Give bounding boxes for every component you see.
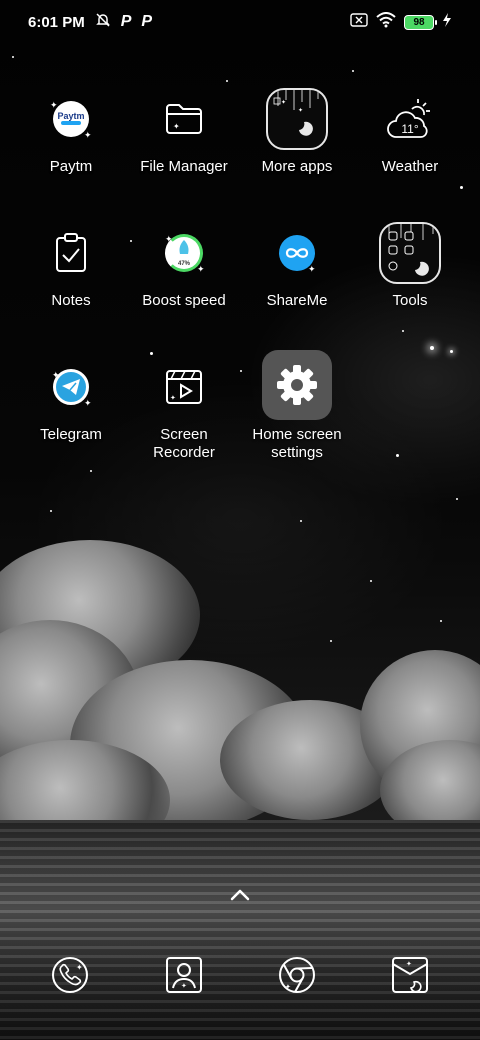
- charging-icon: [442, 13, 452, 31]
- svg-text:✦: ✦: [406, 960, 412, 968]
- paytm-icon: Paytm ✦ ✦: [50, 100, 92, 140]
- app-label: Screen Recorder: [153, 426, 215, 461]
- folder-icon: ✦: [151, 86, 217, 152]
- screen-recorder-icon: ✦: [151, 354, 217, 420]
- paper-plane-icon: ✦ ✦: [52, 369, 92, 408]
- app-screen-recorder[interactable]: ✦ Screen Recorder: [127, 354, 241, 484]
- app-file-manager[interactable]: ✦ File Manager: [127, 86, 241, 216]
- app-label: Home screen settings: [252, 426, 342, 461]
- dock-phone-icon[interactable]: ✦: [49, 954, 91, 996]
- svg-text:✦: ✦: [281, 99, 286, 106]
- app-label: Notes: [51, 292, 91, 309]
- weather-temp: 11°: [401, 122, 418, 136]
- dock-messages-icon[interactable]: ✦: [389, 954, 431, 996]
- svg-text:✦: ✦: [173, 122, 180, 131]
- boost-percent: 47%: [178, 261, 191, 267]
- app-folder-tools[interactable]: Tools: [353, 220, 467, 350]
- app-label: Boost speed: [142, 292, 226, 309]
- app-folder-icon: ✦ ✦: [264, 86, 330, 152]
- gear-icon: [262, 350, 332, 420]
- paytm-notification-icon: P: [120, 13, 132, 30]
- alarm-off-icon: [95, 12, 111, 32]
- app-label: More apps: [261, 158, 333, 175]
- weather-icon: 11°: [377, 86, 443, 152]
- app-label: Weather: [381, 158, 439, 175]
- clipboard-check-icon: [38, 220, 104, 286]
- app-folder-more-apps[interactable]: ✦ ✦ More apps: [240, 86, 354, 216]
- wifi-icon: [376, 12, 396, 32]
- rocket-icon: 47% ✦ ✦: [165, 234, 205, 274]
- app-drawer-chevron-icon[interactable]: [228, 886, 252, 904]
- battery-level: 98: [413, 16, 425, 28]
- app-notes[interactable]: Notes: [14, 220, 128, 350]
- app-label: Paytm: [49, 158, 93, 175]
- status-bar: 6:01 PM P P 98: [0, 0, 480, 44]
- app-shareme[interactable]: ✦ ShareMe: [240, 220, 354, 350]
- app-paytm[interactable]: Paytm ✦ ✦ Paytm: [14, 86, 128, 216]
- svg-text:✦: ✦: [298, 107, 303, 114]
- dock-contacts-icon[interactable]: ✦: [163, 954, 205, 996]
- app-label: File Manager: [140, 158, 228, 175]
- svg-text:✦: ✦: [170, 394, 176, 402]
- svg-text:✦: ✦: [181, 982, 187, 990]
- paytm-notification-icon: P: [141, 13, 153, 30]
- svg-text:Paytm: Paytm: [57, 111, 84, 121]
- app-label: Tools: [392, 292, 428, 309]
- app-home-screen-settings[interactable]: Home screen settings: [240, 350, 354, 480]
- svg-text:✦: ✦: [285, 983, 291, 991]
- app-folder-icon: [377, 220, 443, 286]
- app-label: ShareMe: [266, 292, 328, 309]
- sim-absent-icon: [350, 13, 368, 31]
- dock-chrome-icon[interactable]: ✦: [276, 954, 318, 996]
- clock: 6:01 PM: [28, 13, 85, 31]
- app-telegram[interactable]: ✦ ✦ Telegram: [14, 354, 128, 484]
- infinity-icon: ✦: [264, 220, 330, 286]
- app-weather[interactable]: 11° Weather: [353, 86, 467, 216]
- app-label: Telegram: [40, 426, 102, 443]
- svg-text:✦: ✦: [76, 963, 83, 972]
- app-boost-speed[interactable]: 47% ✦ ✦ Boost speed: [127, 220, 241, 350]
- battery-icon: 98: [404, 14, 437, 30]
